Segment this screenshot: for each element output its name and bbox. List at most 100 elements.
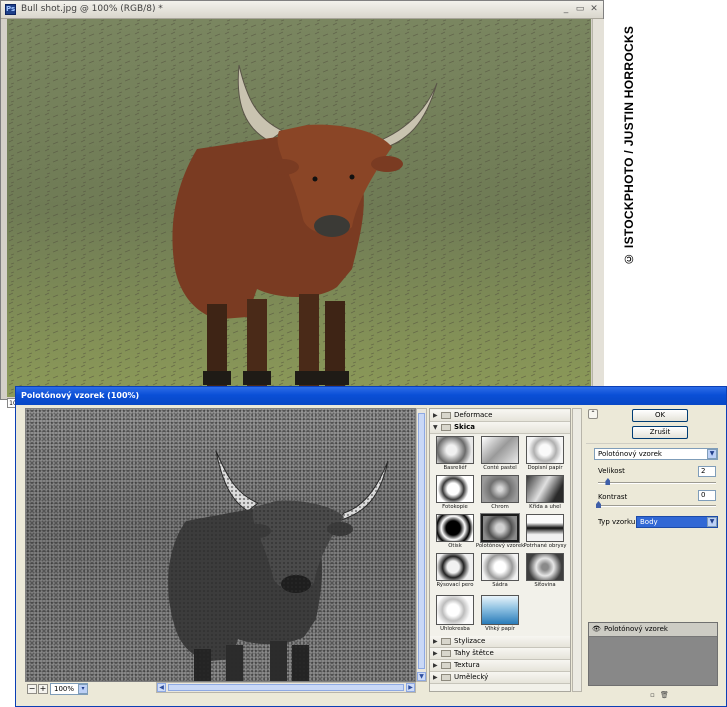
thumbnail-vlhky-papir[interactable]: [481, 595, 519, 625]
effect-layer-label: Polotónový vzorek: [604, 625, 668, 633]
category-tahy-stetce[interactable]: ▶ Tahy štětce: [430, 648, 570, 660]
thumbnail-krida-a-uhel[interactable]: [526, 475, 564, 503]
expand-arrow-icon: ▶: [433, 662, 438, 669]
filter-list-scrollbar[interactable]: [572, 408, 582, 692]
photoshop-icon: Ps: [5, 4, 16, 15]
thumbnail-basrelief[interactable]: [436, 436, 474, 464]
folder-icon: [441, 638, 451, 645]
ok-button[interactable]: OK: [632, 409, 688, 422]
thumbnail-label: Conté pastel: [483, 465, 517, 471]
contrast-input[interactable]: 0: [698, 490, 716, 501]
thumbnail-label: Vlhký papír: [485, 626, 515, 632]
delete-effect-layer-icon[interactable]: 🗑: [660, 691, 669, 700]
thumbnail-label: Křída a uhel: [529, 504, 561, 510]
filter-gallery-dialog: Polotónový vzorek (100%) ▼ ◀ ▶ − + 100% …: [15, 386, 727, 707]
filter-settings-panel: Polotónový vzorek ▼ Velikost 2 Kontrast …: [586, 443, 718, 620]
thumbnail-chrom[interactable]: [481, 475, 519, 503]
scroll-left-arrow-icon[interactable]: ◀: [157, 683, 166, 692]
preview-horizontal-scroll-thumb[interactable]: [168, 684, 404, 691]
thumbnail-label: Fotokopie: [442, 504, 468, 510]
chevron-down-icon[interactable]: ▼: [707, 517, 717, 527]
effect-layer-row[interactable]: 👁 Polotónový vzorek: [589, 623, 717, 637]
collapse-gallery-button[interactable]: ⌃: [588, 409, 598, 419]
expand-arrow-icon: ▶: [433, 638, 438, 645]
dialog-titlebar[interactable]: Polotónový vzorek (100%): [16, 387, 726, 405]
contrast-slider-track[interactable]: [598, 505, 716, 507]
folder-icon: [441, 662, 451, 669]
thumbnail-sitovina[interactable]: [526, 553, 564, 581]
category-stylizace[interactable]: ▶ Stylizace: [430, 636, 570, 648]
thumbnail-potrhane-obrysy[interactable]: [526, 514, 564, 542]
contrast-slider-handle[interactable]: [596, 501, 601, 508]
category-label: Skica: [454, 423, 475, 431]
thumbnail-label: Polotónový vzorek: [475, 543, 525, 549]
document-window: Ps Bull shot.jpg @ 100% (RGB/8) * _ ▭ ✕: [0, 0, 604, 408]
contrast-label: Kontrast: [598, 493, 628, 501]
folder-icon: [441, 650, 451, 657]
pattern-type-select[interactable]: Body: [636, 516, 718, 528]
scroll-right-arrow-icon[interactable]: ▶: [406, 683, 415, 692]
thumbnail-conte-pastel[interactable]: [481, 436, 519, 464]
folder-icon: [441, 412, 451, 419]
zoom-in-button[interactable]: +: [38, 684, 48, 694]
scroll-down-arrow-icon[interactable]: ▼: [417, 672, 426, 681]
effect-layers-panel: 👁 Polotónový vzorek: [588, 622, 718, 686]
thumbnail-label: Potrhané obrysy: [523, 543, 567, 549]
filter-preview[interactable]: [25, 408, 416, 682]
filter-select[interactable]: Polotónový vzorek: [594, 448, 718, 460]
category-textura[interactable]: ▶ Textura: [430, 660, 570, 672]
expand-arrow-icon: ▶: [433, 674, 438, 681]
preview-vertical-scroll-thumb[interactable]: [418, 413, 425, 669]
expand-arrow-icon: ▶: [433, 412, 438, 419]
filter-thumbnails: Basreliéf Conté pastel Dopisní papír Fot…: [430, 434, 570, 634]
halftone-bull-preview: [26, 409, 415, 681]
zoom-out-button[interactable]: −: [27, 684, 37, 694]
category-label: Umělecký: [454, 673, 489, 681]
thumbnail-label: Sádra: [492, 582, 508, 588]
folder-open-icon: [441, 424, 451, 431]
size-input[interactable]: 2: [698, 466, 716, 477]
collapse-arrow-icon: ▼: [433, 424, 438, 431]
size-slider-handle[interactable]: [605, 478, 611, 485]
category-deformace[interactable]: ▶ Deformace: [430, 410, 570, 422]
cancel-button[interactable]: Zrušit: [632, 426, 688, 439]
category-label: Textura: [454, 661, 480, 669]
bull-photo: [7, 19, 591, 397]
minimize-button[interactable]: _: [561, 4, 571, 14]
category-label: Tahy štětce: [454, 649, 494, 657]
document-vertical-scrollbar[interactable]: [592, 19, 604, 397]
visibility-eye-icon[interactable]: 👁: [592, 625, 601, 633]
dialog-title: Polotónový vzorek (100%): [21, 391, 140, 400]
chevron-down-icon[interactable]: ▼: [707, 449, 717, 459]
thumbnail-label: Otisk: [448, 543, 462, 549]
expand-arrow-icon: ▶: [433, 650, 438, 657]
new-effect-layer-icon[interactable]: ▫: [648, 691, 657, 700]
maximize-button[interactable]: ▭: [575, 4, 585, 14]
thumbnail-label: Uhlokresba: [440, 626, 470, 632]
category-label: Stylizace: [454, 637, 486, 645]
close-button[interactable]: ✕: [589, 4, 599, 14]
document-titlebar[interactable]: Ps Bull shot.jpg @ 100% (RGB/8) * _ ▭ ✕: [1, 1, 603, 19]
document-canvas[interactable]: [7, 19, 591, 397]
thumbnail-dopisni-papir[interactable]: [526, 436, 564, 464]
copyright-credit: © ISTOCKPHOTO / JUSTIN HORROCKS: [622, 25, 636, 266]
zoom-dropdown-icon[interactable]: ▾: [78, 684, 88, 694]
size-slider-track[interactable]: [598, 482, 716, 484]
thumbnail-uhlokresba[interactable]: [436, 595, 474, 625]
document-title: Bull shot.jpg @ 100% (RGB/8) *: [21, 4, 163, 14]
thumbnail-label: Rýsovací pero: [436, 582, 474, 588]
thumbnail-rysovaci-pero[interactable]: [436, 553, 474, 581]
category-skica[interactable]: ▼ Skica: [430, 422, 570, 434]
pattern-type-label: Typ vzorku:: [598, 518, 638, 526]
thumbnail-otisk[interactable]: [436, 514, 474, 542]
size-label: Velikost: [598, 467, 625, 475]
filter-category-list: ▶ Deformace ▼ Skica Basreliéf Conté past…: [429, 408, 571, 692]
thumbnail-fotokopie[interactable]: [436, 475, 474, 503]
thumbnail-sadra[interactable]: [481, 553, 519, 581]
thumbnail-label: Dopisní papír: [527, 465, 563, 471]
category-umelecky[interactable]: ▶ Umělecký: [430, 672, 570, 684]
thumbnail-label: Chrom: [491, 504, 509, 510]
thumbnail-polotonovy-vzorek[interactable]: [480, 513, 520, 543]
thumbnail-label: Síťovina: [534, 582, 556, 588]
folder-icon: [441, 674, 451, 681]
